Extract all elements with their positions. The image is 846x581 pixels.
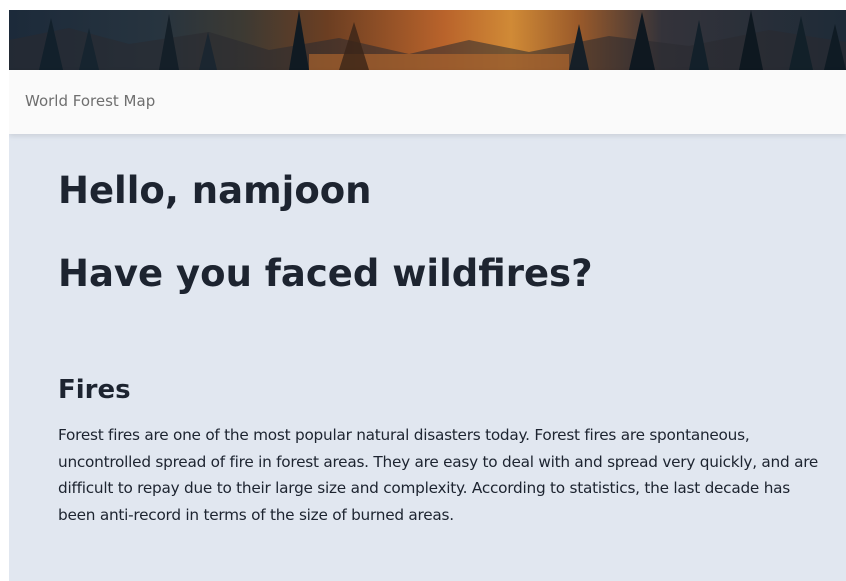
forest-fire-banner-image [9,10,846,70]
page-frame: World Forest Map Hello, namjoon Have you… [9,10,846,581]
fires-section-title: Fires [58,375,131,405]
greeting-heading: Hello, namjoon [58,169,372,212]
top-navbar: World Forest Map [9,70,846,134]
fires-section-text: Forest fires are one of the most popular… [58,426,819,524]
wildfire-question-heading: Have you faced wildfires? [58,252,593,295]
brand-link[interactable]: World Forest Map [25,92,155,110]
